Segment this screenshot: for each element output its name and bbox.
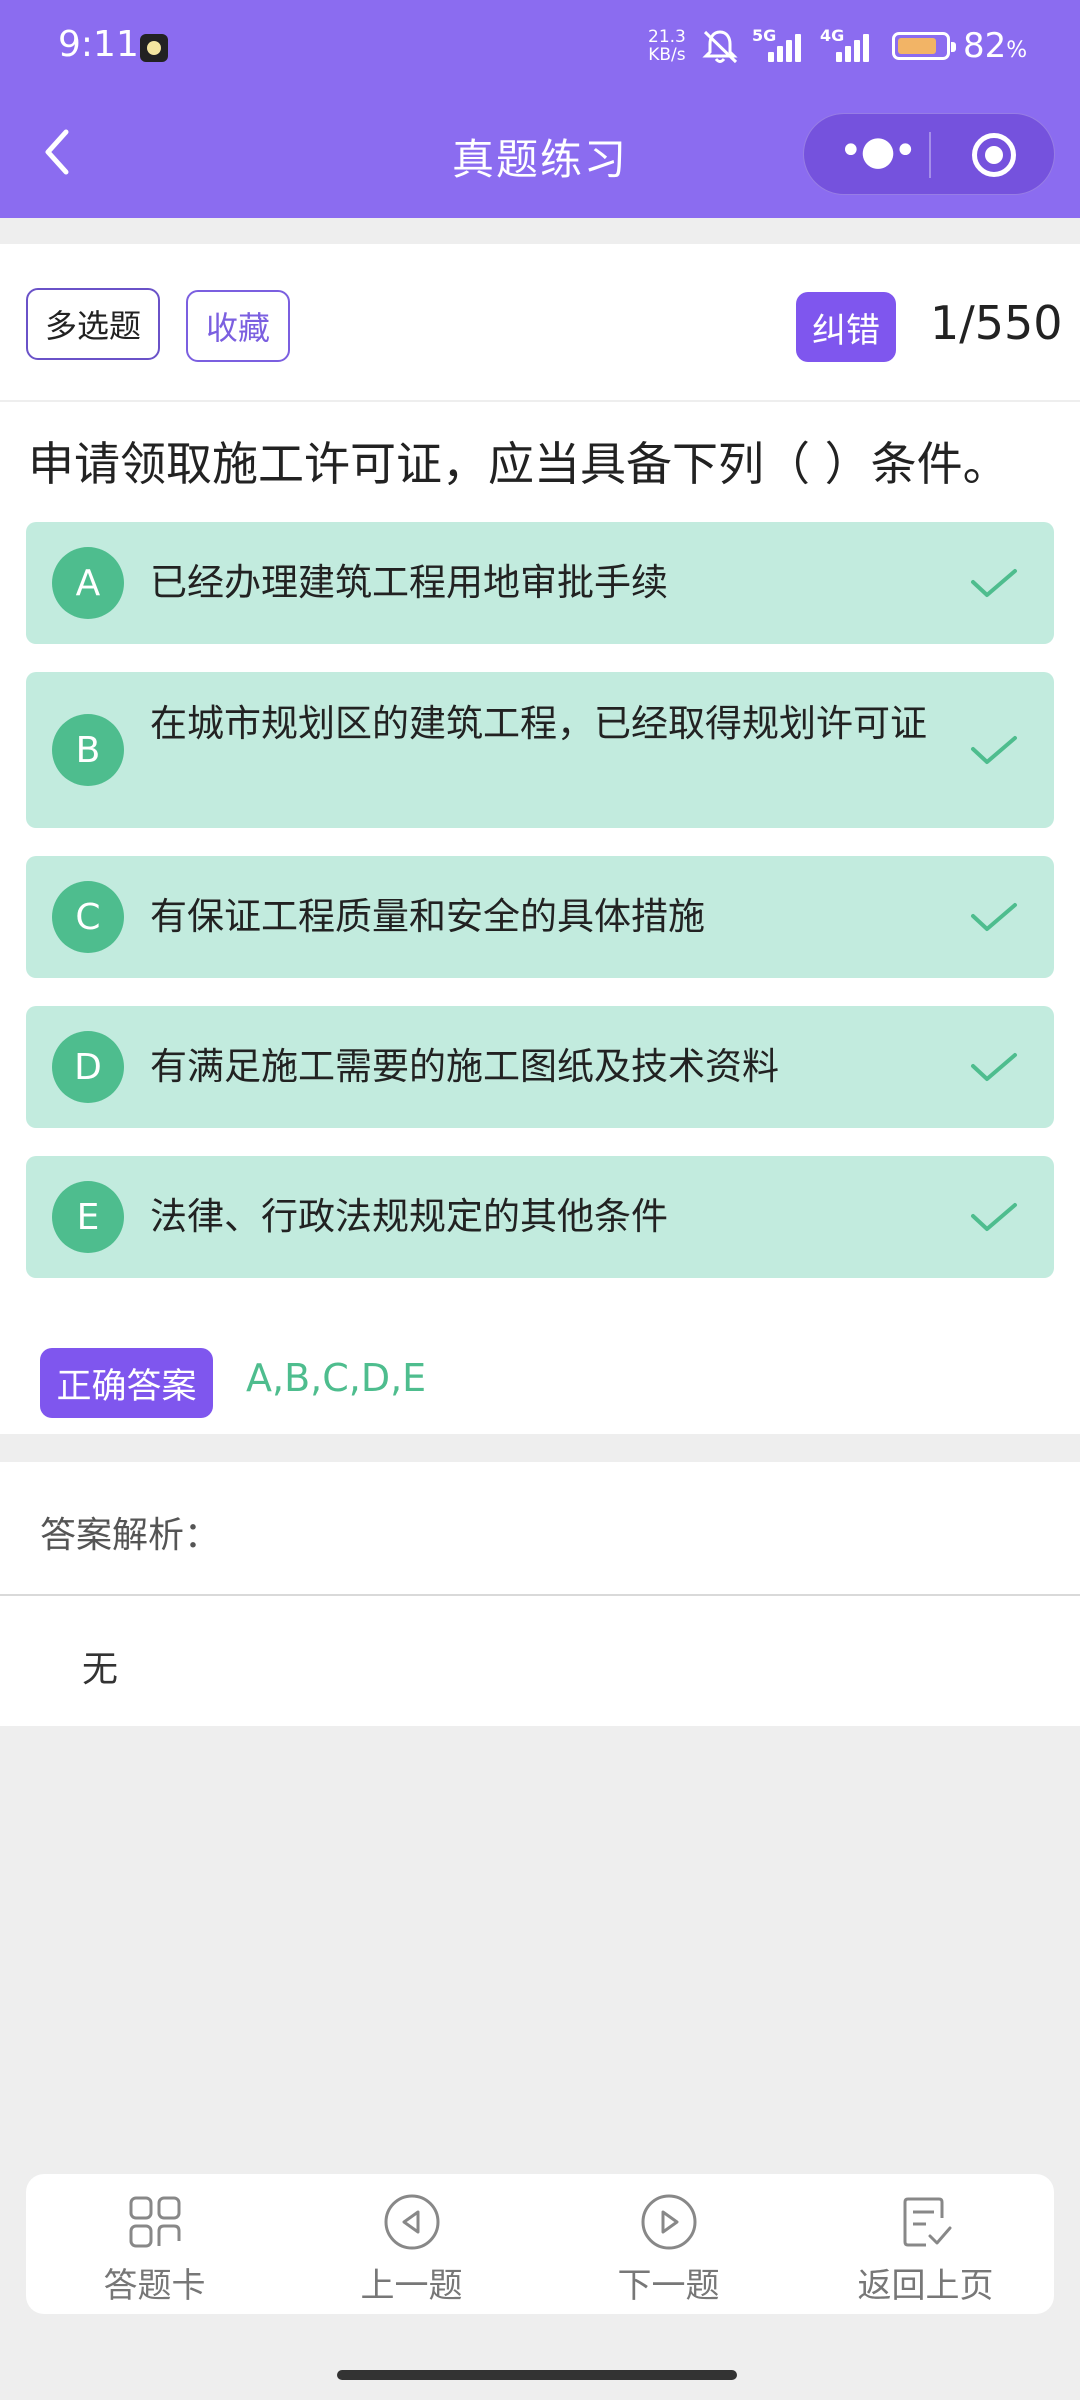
network-speed: 21.3 KB/s <box>648 28 686 64</box>
nav-next-question[interactable]: 下一题 <box>540 2174 797 2314</box>
option-letter-badge: E <box>52 1181 124 1253</box>
option-text: 法律、行政法规规定的其他条件 <box>150 1195 668 1238</box>
analysis-section: 答案解析： 无 <box>0 1462 1080 1726</box>
question-type-tag: 多选题 <box>26 288 160 360</box>
correct-answer-value: A,B,C,D,E <box>246 1356 427 1400</box>
option-letter-badge: B <box>52 714 124 786</box>
previous-circle-icon <box>384 2194 440 2250</box>
check-icon <box>971 736 1017 764</box>
mute-bell-icon <box>700 26 740 75</box>
battery-percent-unit: % <box>1006 38 1028 63</box>
option-letter-badge: C <box>52 881 124 953</box>
status-time: 9:11 <box>58 24 139 65</box>
option-a[interactable]: A 已经办理建筑工程用地审批手续 <box>26 522 1054 644</box>
analysis-body: 无 <box>82 1649 119 1690</box>
option-b[interactable]: B 在城市规划区的建筑工程，已经取得规划许可证 <box>26 672 1054 828</box>
nav-label: 答题卡 <box>103 2266 206 2306</box>
favorite-button[interactable]: 收藏 <box>186 290 290 362</box>
header: 9:11 21.3 KB/s 5G 4G 82% 真题练习 •●• <box>0 0 1080 218</box>
option-e[interactable]: E 法律、行政法规规定的其他条件 <box>26 1156 1054 1278</box>
option-letter-badge: A <box>52 547 124 619</box>
option-text: 在城市规划区的建筑工程，已经取得规划许可证 <box>150 702 927 745</box>
option-letter-badge: D <box>52 1031 124 1103</box>
nav-label: 上一题 <box>360 2266 463 2306</box>
check-icon <box>971 569 1017 597</box>
grid-icon <box>129 2196 181 2248</box>
target-circle-icon[interactable] <box>972 133 1016 177</box>
battery-percent: 82% <box>963 26 1027 66</box>
next-circle-icon <box>641 2194 697 2250</box>
bottom-nav: 答题卡 上一题 下一题 返回上页 <box>26 2174 1054 2314</box>
correct-answer-label: 正确答案 <box>40 1348 213 1418</box>
option-text: 有满足施工需要的施工图纸及技术资料 <box>150 1045 779 1088</box>
nav-label: 返回上页 <box>857 2266 994 2306</box>
option-text: 已经办理建筑工程用地审批手续 <box>150 561 668 604</box>
check-icon <box>971 1053 1017 1081</box>
battery-level <box>898 38 936 54</box>
nav-answer-card[interactable]: 答题卡 <box>26 2174 283 2314</box>
battery-percent-value: 82 <box>963 26 1007 66</box>
more-dots-icon[interactable]: •●• <box>839 131 917 174</box>
notification-app-icon <box>140 34 168 62</box>
analysis-title: 答案解析： <box>40 1515 221 1556</box>
report-error-button[interactable]: 纠错 <box>796 292 896 362</box>
question-progress: 1/550 <box>930 296 1063 350</box>
check-icon <box>971 903 1017 931</box>
question-text: 申请领取施工许可证，应当具备下列（ ）条件。 <box>28 437 1009 491</box>
signal-strength-icon-2 <box>836 30 876 62</box>
option-c[interactable]: C 有保证工程质量和安全的具体措施 <box>26 856 1054 978</box>
nav-previous-question[interactable]: 上一题 <box>283 2174 540 2314</box>
signal-strength-icon-1 <box>768 30 808 62</box>
option-text: 有保证工程质量和安全的具体措施 <box>150 895 705 938</box>
nav-label: 下一题 <box>617 2266 720 2306</box>
nav-return-previous-page[interactable]: 返回上页 <box>797 2174 1054 2314</box>
network-speed-value: 21.3 <box>648 27 686 47</box>
status-bar: 9:11 21.3 KB/s 5G 4G 82% <box>0 0 1080 96</box>
question-card: 多选题 收藏 纠错 1/550 申请领取施工许可证，应当具备下列（ ）条件。 A… <box>0 244 1080 1434</box>
check-icon <box>971 1203 1017 1231</box>
return-checklist-icon <box>903 2197 952 2247</box>
mini-program-capsule: •●• <box>803 113 1055 195</box>
battery-icon <box>892 32 956 60</box>
home-indicator[interactable] <box>337 2370 737 2380</box>
option-d[interactable]: D 有满足施工需要的施工图纸及技术资料 <box>26 1006 1054 1128</box>
network-speed-unit: KB/s <box>648 45 686 65</box>
